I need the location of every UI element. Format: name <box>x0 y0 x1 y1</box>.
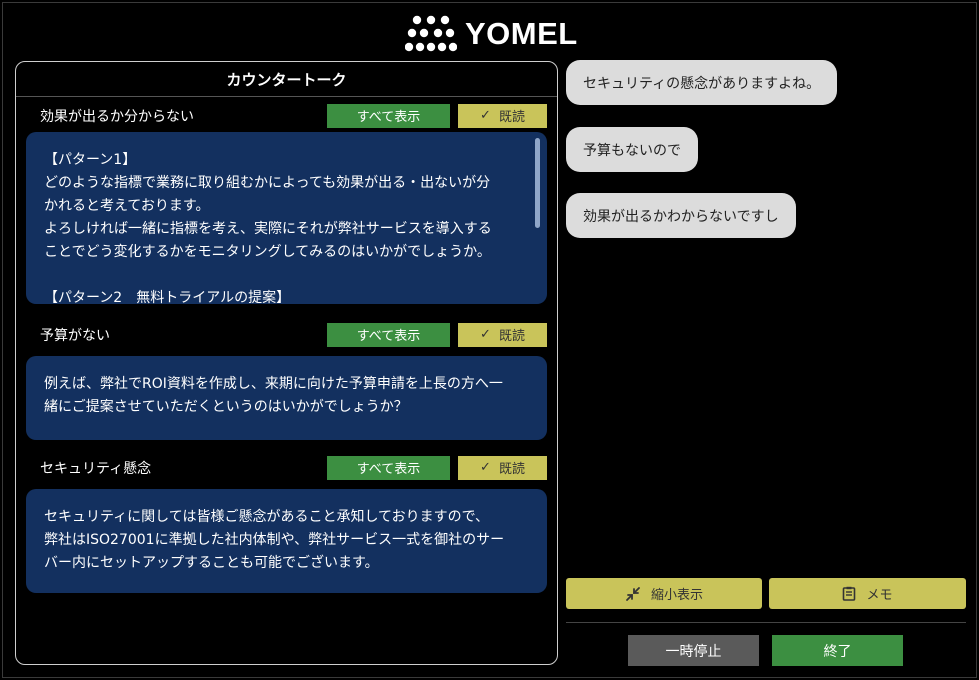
read-label: 既読 <box>498 110 525 125</box>
read-label: 既読 <box>498 329 525 344</box>
pause-label: 一時停止 <box>665 643 722 660</box>
memo-button[interactable]: メモ <box>769 578 966 609</box>
bubble-text: 予算もないので <box>583 142 681 159</box>
talk-card: 【パターン1】 どのような指標で業務に取り組むかによっても効果が出る・出ないが分… <box>26 132 547 304</box>
bubble-text: セキュリティの懸念がありますよね。 <box>583 75 821 92</box>
memo-icon <box>843 586 856 601</box>
minimize-button[interactable]: 縮小表示 <box>566 578 762 609</box>
transcript-bubble: 予算もないので <box>566 127 698 172</box>
section-title: 効果が出るか分からない <box>40 108 194 125</box>
check-icon: ✓ <box>480 108 491 123</box>
show-all-label: すべて表示 <box>356 462 421 477</box>
talk-card: セキュリティに関しては皆様ご懸念があること承知しておりますので、 弊社はISO2… <box>26 489 547 593</box>
counter-talk-section: 効果が出るか分からない すべて表示 ✓ 既読 【パターン1】 どのような指標で業… <box>16 99 557 304</box>
section-title: 予算がない <box>40 327 110 344</box>
end-button[interactable]: 終了 <box>772 635 903 666</box>
section-header: セキュリティ懸念 すべて表示 ✓ 既読 <box>26 451 547 484</box>
talk-body: 【パターン1】 どのような指標で業務に取り組むかによっても効果が出る・出ないが分… <box>44 152 492 304</box>
show-all-button[interactable]: すべて表示 <box>327 455 450 480</box>
talk-body: セキュリティに関しては皆様ご懸念があること承知しておりますので、 弊社はISO2… <box>44 509 505 571</box>
card-scrollbar[interactable] <box>535 138 540 228</box>
mark-read-button[interactable]: ✓ 既読 <box>458 103 547 128</box>
check-icon: ✓ <box>480 327 491 342</box>
panel-title: カウンタートーク <box>16 62 557 97</box>
section-header: 予算がない すべて表示 ✓ 既読 <box>26 318 547 351</box>
memo-label: メモ <box>866 588 893 603</box>
mark-read-button[interactable]: ✓ 既読 <box>458 322 547 347</box>
minimize-arrows-icon <box>626 586 640 601</box>
show-all-label: すべて表示 <box>356 110 421 125</box>
show-all-button[interactable]: すべて表示 <box>327 103 450 128</box>
yomel-logo-icon <box>405 15 457 52</box>
end-label: 終了 <box>823 643 852 660</box>
show-all-label: すべて表示 <box>356 329 421 344</box>
transcript-bubble: 効果が出るかわからないですし <box>566 193 796 238</box>
counter-talk-panel: カウンタートーク 効果が出るか分からない すべて表示 ✓ 既読 【パターン1】 … <box>15 61 558 665</box>
show-all-button[interactable]: すべて表示 <box>327 322 450 347</box>
read-label: 既読 <box>498 462 525 477</box>
bubble-text: 効果が出るかわからないですし <box>583 208 779 225</box>
talk-card: 例えば、弊社でROI資料を作成し、来期に向けた予算申請を上長の方へ一 緒にご提案… <box>26 356 547 440</box>
section-header: 効果が出るか分からない すべて表示 ✓ 既読 <box>26 99 547 132</box>
section-title: セキュリティ懸念 <box>40 460 152 477</box>
counter-talk-section: 予算がない すべて表示 ✓ 既読 例えば、弊社でROI資料を作成し、来期に向けた… <box>16 318 557 440</box>
talk-body: 例えば、弊社でROI資料を作成し、来期に向けた予算申請を上長の方へ一 緒にご提案… <box>44 376 503 415</box>
transcript-bubble: セキュリティの懸念がありますよね。 <box>566 60 838 105</box>
counter-talk-section: セキュリティ懸念 すべて表示 ✓ 既読 セキュリティに関しては皆様ご懸念があるこ… <box>16 451 557 593</box>
yomel-logo: YOMEL <box>405 12 580 56</box>
check-icon: ✓ <box>480 460 491 475</box>
minimize-label: 縮小表示 <box>650 588 703 603</box>
mark-read-button[interactable]: ✓ 既読 <box>458 455 547 480</box>
logo-text: YOMEL <box>465 16 578 51</box>
divider <box>566 622 966 623</box>
pause-button[interactable]: 一時停止 <box>628 635 759 666</box>
